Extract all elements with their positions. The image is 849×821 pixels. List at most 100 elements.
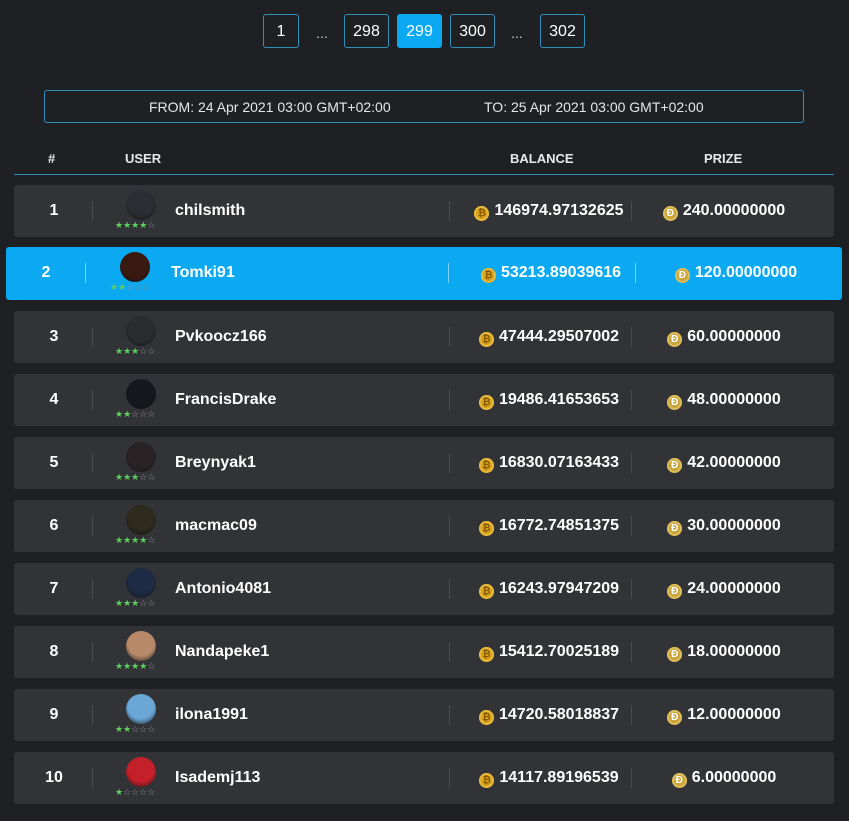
table-row[interactable]: 6 ★★★★☆ macmac09 ₿ 16772.74851375 Đ 30.0000000… — [14, 500, 834, 552]
table-row[interactable]: 3 ★★★☆☆ Pvkoocz166 ₿ 47444.29507002 Đ 60.00000… — [14, 311, 834, 363]
dogecoin-icon: Đ — [667, 647, 683, 662]
star-rating: ★★☆☆☆ — [115, 723, 155, 735]
balance-cell: ₿ 146974.97132625 — [464, 202, 634, 221]
star-filled-icon: ★ — [115, 472, 124, 482]
dogecoin-icon: Đ — [662, 206, 678, 221]
user-avatar[interactable] — [126, 505, 156, 535]
balance-cell: ₿ 16243.97947209 — [464, 580, 634, 599]
table-row[interactable]: 10 ★☆☆☆☆ Isademj113 ₿ 14117.89196539 Đ 6.00000… — [14, 752, 834, 804]
user-avatar[interactable] — [126, 316, 156, 346]
header-balance: BALANCE — [510, 151, 574, 166]
column-separator — [449, 768, 450, 788]
coin-icon: ₿ — [479, 773, 495, 788]
column-separator — [449, 453, 450, 473]
coin-icon: ₿ — [478, 710, 494, 725]
prize-value: 48.00000000 — [687, 391, 781, 408]
coin-icon: ₿ — [478, 647, 494, 662]
star-empty-icon: ☆ — [147, 346, 156, 356]
page-button-302[interactable]: 302 — [540, 14, 585, 48]
pagination-ellipsis: ... — [511, 25, 523, 41]
star-filled-icon: ★ — [115, 220, 124, 230]
star-filled-icon: ★ — [123, 220, 132, 230]
range-to: TO: 25 Apr 2021 03:00 GMT+02:00 — [484, 99, 704, 115]
dogecoin-icon: Đ — [667, 710, 683, 725]
column-separator — [449, 579, 450, 599]
table-row[interactable]: 4 ★★☆☆☆ FrancisDrake ₿ 19486.41653653 Đ 48.000… — [14, 374, 834, 426]
balance-value: 16772.74851375 — [498, 517, 620, 534]
prize-cell: Đ 240.00000000 — [634, 202, 814, 221]
table-row[interactable]: 8 ★★★★☆ Nandapeke1 ₿ 15412.70025189 Đ 18.00000… — [14, 626, 834, 678]
star-empty-icon: ☆ — [142, 282, 151, 292]
star-filled-icon: ★ — [115, 787, 124, 797]
username-link[interactable]: Isademj113 — [175, 769, 260, 787]
username-link[interactable]: ilona1991 — [175, 706, 248, 724]
user-avatar[interactable] — [126, 694, 156, 724]
table-row-current-user[interactable]: 2 ★★☆☆☆ Tomki91 ₿ 53213.89039616 Đ 120.0000000… — [6, 247, 842, 300]
prize-cell: Đ 60.00000000 — [634, 328, 814, 347]
rank-cell: 6 — [49, 517, 59, 534]
username-link[interactable]: Tomki91 — [171, 264, 235, 282]
star-rating: ★★★★☆ — [115, 660, 155, 672]
username-link[interactable]: chilsmith — [175, 202, 245, 220]
prize-cell: Đ 42.00000000 — [634, 454, 814, 473]
dogecoin-icon: Đ — [671, 773, 687, 788]
prize-cell: Đ 48.00000000 — [634, 391, 814, 410]
username-link[interactable]: Breynyak1 — [175, 454, 256, 472]
balance-cell: ₿ 19486.41653653 — [464, 391, 634, 410]
rank-cell: 4 — [49, 391, 59, 408]
table-row[interactable]: 5 ★★★☆☆ Breynyak1 ₿ 16830.07163433 Đ 42.000000… — [14, 437, 834, 489]
username-link[interactable]: macmac09 — [175, 517, 257, 535]
user-avatar[interactable] — [126, 442, 156, 472]
user-avatar[interactable] — [126, 379, 156, 409]
page-button-1[interactable]: 1 — [263, 14, 299, 48]
table-row[interactable]: 7 ★★★☆☆ Antonio4081 ₿ 16243.97947209 Đ 24.0000… — [14, 563, 834, 615]
header-rank: # — [48, 151, 56, 166]
page-button-298[interactable]: 298 — [344, 14, 389, 48]
column-separator — [92, 579, 93, 599]
page-button-300[interactable]: 300 — [450, 14, 495, 48]
balance-cell: ₿ 14720.58018837 — [464, 706, 634, 725]
username-link[interactable]: FrancisDrake — [175, 391, 276, 409]
prize-value: 18.00000000 — [687, 643, 781, 660]
dogecoin-icon: Đ — [667, 458, 683, 473]
prize-value: 24.00000000 — [687, 580, 781, 597]
table-row[interactable]: 1 ★★★★☆ chilsmith ₿ 146974.97132625 Đ 240.0000… — [14, 185, 834, 237]
column-separator — [449, 642, 450, 662]
prize-cell: Đ 12.00000000 — [634, 706, 814, 725]
rank-cell: 3 — [49, 328, 59, 345]
user-avatar[interactable] — [126, 190, 156, 220]
column-separator — [448, 263, 449, 283]
rank-cell: 1 — [49, 202, 59, 219]
coin-icon: ₿ — [478, 521, 494, 536]
user-avatar[interactable] — [126, 757, 156, 787]
prize-value: 12.00000000 — [687, 706, 781, 723]
user-avatar[interactable] — [126, 568, 156, 598]
prize-cell: Đ 6.00000000 — [634, 769, 814, 788]
username-link[interactable]: Pvkoocz166 — [175, 328, 267, 346]
balance-cell: ₿ 14117.89196539 — [464, 769, 634, 788]
page-button-299-active[interactable]: 299 — [397, 14, 442, 48]
table-header: # USER BALANCE PRIZE — [14, 150, 834, 174]
balance-cell: ₿ 15412.70025189 — [464, 643, 634, 662]
column-separator — [449, 390, 450, 410]
star-rating: ★★☆☆☆ — [115, 408, 155, 420]
star-rating: ★★★☆☆ — [115, 345, 155, 357]
star-rating: ★☆☆☆☆ — [115, 786, 155, 798]
user-avatar[interactable] — [120, 252, 150, 282]
balance-value: 16830.07163433 — [498, 454, 620, 471]
star-filled-icon: ★ — [118, 282, 127, 292]
star-filled-icon: ★ — [123, 724, 132, 734]
dogecoin-icon: Đ — [674, 268, 690, 283]
rank-cell: 2 — [41, 264, 51, 281]
star-filled-icon: ★ — [123, 535, 132, 545]
star-filled-icon: ★ — [115, 535, 124, 545]
coin-icon: ₿ — [478, 395, 494, 410]
balance-value: 146974.97132625 — [494, 202, 624, 219]
balance-cell: ₿ 53213.89039616 — [466, 264, 636, 283]
table-row[interactable]: 9 ★★☆☆☆ ilona1991 ₿ 14720.58018837 Đ 12.000000… — [14, 689, 834, 741]
star-rating: ★★★☆☆ — [115, 471, 155, 483]
username-link[interactable]: Nandapeke1 — [175, 643, 269, 661]
star-empty-icon: ☆ — [123, 787, 132, 797]
username-link[interactable]: Antonio4081 — [175, 580, 271, 598]
user-avatar[interactable] — [126, 631, 156, 661]
